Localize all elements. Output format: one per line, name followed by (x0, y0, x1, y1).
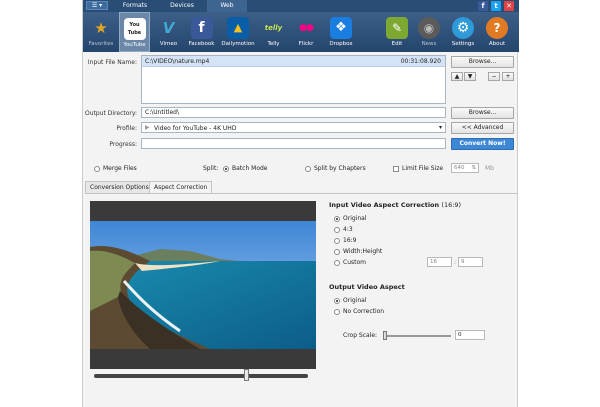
top-tab-bar: ☰ ▾ Formats Devices Web f t ✕ (83, 0, 519, 12)
input-file-row[interactable]: C:\VIDEO\nature.mp4 00:31:08.920 (142, 56, 445, 67)
aspect-panel: Input Video Aspect Correction (16:9) Ori… (85, 193, 517, 407)
vimeo-icon: V (162, 19, 175, 37)
limit-size-option[interactable]: Limit File Size (393, 165, 443, 172)
aspect-16-9-radio[interactable] (334, 237, 340, 244)
crop-scale-value[interactable]: 0 (455, 330, 485, 340)
telly-icon: telly (264, 24, 283, 32)
preview-seek-track[interactable] (94, 374, 308, 378)
tab-web[interactable]: Web (207, 0, 247, 12)
profile-value: Video for YouTube - 4K UHD (154, 125, 237, 132)
toolbar-telly[interactable]: telly Telly (259, 12, 288, 52)
preview-seek-handle[interactable] (244, 369, 249, 381)
dailymotion-icon: ▲ (227, 17, 249, 39)
output-original-option[interactable]: Original (334, 297, 366, 304)
app-menu-button[interactable]: ☰ ▾ (86, 1, 108, 10)
aspect-16-9-option[interactable]: 16:9 (334, 237, 356, 244)
edit-icon: ✎ (386, 17, 408, 39)
output-aspect-title: Output Video Aspect (329, 283, 405, 291)
youtube-icon: You Tube (123, 18, 146, 40)
crop-scale-handle[interactable] (383, 331, 387, 340)
close-icon[interactable]: ✕ (504, 1, 514, 11)
aspect-4-3-option[interactable]: 4:3 (334, 226, 353, 233)
aspect-wh-radio[interactable] (334, 248, 340, 255)
aspect-4-3-radio[interactable] (334, 226, 340, 233)
move-up-button[interactable]: ▲ (451, 72, 463, 81)
merge-files-option[interactable]: Merge Files (94, 165, 137, 172)
output-no-correction-radio[interactable] (334, 308, 340, 315)
remove-file-button[interactable]: − (488, 72, 500, 81)
output-dir-label: Output Directory: (85, 110, 137, 117)
web-toolbar: ★ Favorites You Tube YouTube V Vimeo f F… (83, 12, 519, 52)
input-aspect-title: Input Video Aspect Correction (16:9) (329, 201, 462, 209)
limit-unit: Mb (485, 165, 494, 172)
chevron-down-icon: ▾ (438, 124, 442, 131)
output-dir-field[interactable]: C:\Untitled\ (141, 107, 446, 118)
custom-width-field[interactable]: 16 (427, 257, 452, 267)
facebook-share-icon[interactable]: f (478, 1, 488, 11)
merge-radio[interactable] (94, 165, 100, 172)
toolbar-flickr[interactable]: ●● Flickr (291, 12, 321, 52)
advanced-button[interactable]: << Advanced (451, 122, 514, 134)
toolbar-favorites[interactable]: ★ Favorites (85, 12, 117, 52)
output-no-correction-option[interactable]: No Correction (334, 308, 384, 315)
toolbar-facebook[interactable]: f Facebook (186, 12, 217, 52)
convert-now-button[interactable]: Convert Now! (451, 138, 514, 150)
output-original-radio[interactable] (334, 297, 340, 304)
batch-radio[interactable] (223, 165, 229, 172)
split-chapters-option[interactable]: Split by Chapters (305, 165, 366, 172)
tab-aspect-correction[interactable]: Aspect Correction (149, 181, 213, 193)
video-preview (90, 201, 316, 369)
app-window: ☰ ▾ Formats Devices Web f t ✕ ★ Favorite… (82, 0, 519, 407)
custom-height-field[interactable]: 9 (458, 257, 483, 267)
news-icon: ◉ (418, 17, 440, 39)
input-file-duration: 00:31:08.920 (400, 58, 441, 65)
aspect-original-radio[interactable] (334, 215, 340, 222)
tab-devices[interactable]: Devices (161, 0, 203, 12)
gear-icon: ⚙ (452, 17, 474, 39)
preview-frame-image (90, 221, 316, 349)
split-label: Split: (203, 165, 219, 172)
progress-label: Progress: (109, 141, 137, 148)
toolbar-settings[interactable]: ⚙ Settings (447, 12, 479, 52)
profile-select[interactable]: ▶ Video for YouTube - 4K UHD ▾ (141, 122, 446, 133)
flickr-icon: ●● (299, 23, 314, 33)
toolbar-vimeo[interactable]: V Vimeo (153, 12, 184, 52)
move-down-button[interactable]: ▼ (464, 72, 476, 81)
youtube-small-icon: ▶ (145, 124, 150, 131)
profile-label: Profile: (116, 125, 137, 132)
progress-bar (141, 138, 446, 149)
twitter-share-icon[interactable]: t (491, 1, 501, 11)
aspect-custom-option[interactable]: Custom (334, 259, 366, 266)
output-browse-button[interactable]: Browse... (451, 107, 514, 119)
aspect-custom-radio[interactable] (334, 259, 340, 266)
toolbar-news[interactable]: ◉ News (415, 12, 443, 52)
aspect-original-option[interactable]: Original (334, 215, 366, 222)
tab-formats[interactable]: Formats (115, 0, 155, 12)
about-icon: ? (486, 17, 508, 39)
toolbar-dailymotion[interactable]: ▲ Dailymotion (220, 12, 256, 52)
input-file-list[interactable]: C:\VIDEO\nature.mp4 00:31:08.920 (141, 55, 446, 104)
aspect-width-height-option[interactable]: Width:Height (334, 248, 382, 255)
dropbox-icon: ❖ (330, 17, 352, 39)
batch-mode-option[interactable]: Batch Mode (223, 165, 268, 172)
input-browse-button[interactable]: Browse... (451, 56, 514, 68)
input-file-path: C:\VIDEO\nature.mp4 (145, 58, 210, 65)
crop-scale-track[interactable] (383, 335, 451, 337)
toolbar-dropbox[interactable]: ❖ Dropbox (324, 12, 358, 52)
crop-scale-label: Crop Scale: (343, 332, 378, 339)
tab-conversion-options[interactable]: Conversion Options (85, 181, 154, 193)
toolbar-edit[interactable]: ✎ Edit (383, 12, 411, 52)
input-file-label: Input File Name: (87, 59, 137, 66)
chapters-radio[interactable] (305, 165, 311, 172)
toolbar-youtube[interactable]: You Tube YouTube (119, 12, 150, 52)
limit-checkbox[interactable] (393, 165, 399, 172)
star-icon: ★ (94, 19, 108, 37)
limit-size-field[interactable]: 640 ⇅ (451, 163, 479, 173)
custom-separator: : (454, 259, 457, 266)
facebook-icon: f (190, 17, 213, 39)
toolbar-about[interactable]: ? About (482, 12, 512, 52)
add-file-button[interactable]: + (502, 72, 514, 81)
